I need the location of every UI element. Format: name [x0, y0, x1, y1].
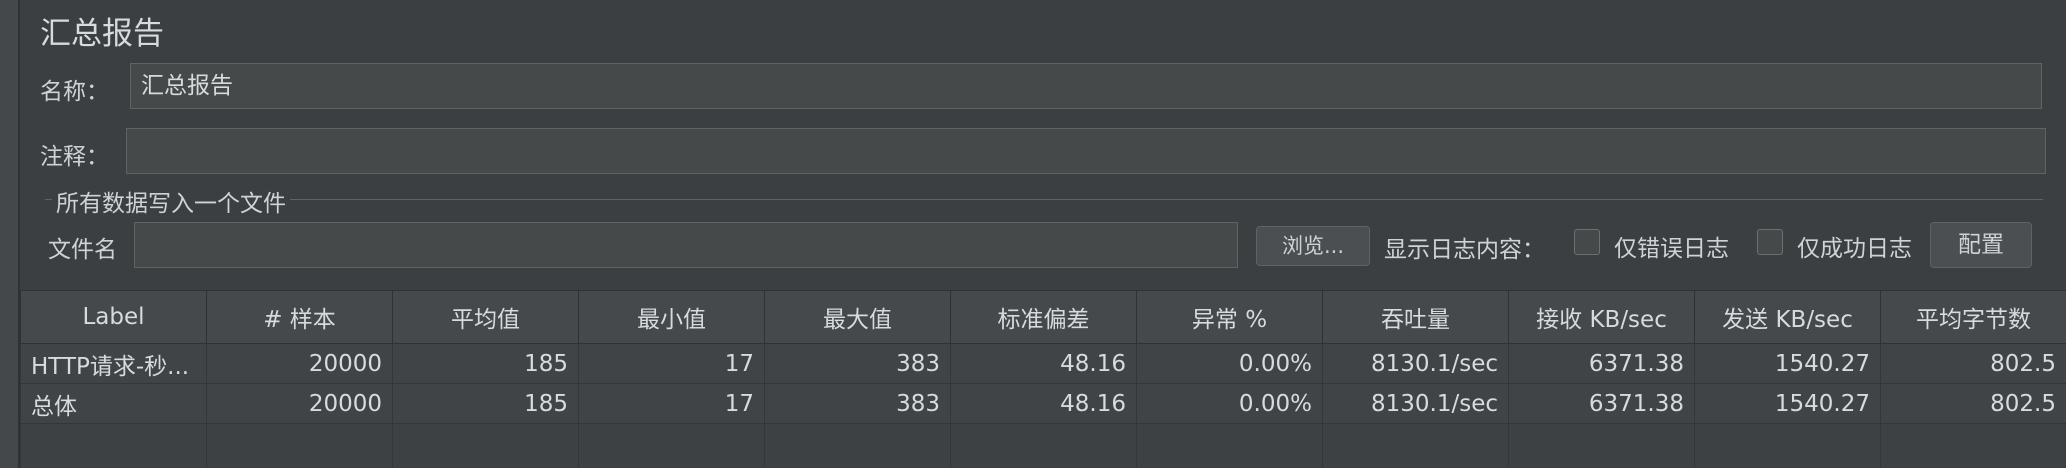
table-cell: 8130.1/sec	[1322, 343, 1509, 384]
success-only-checkbox[interactable]	[1757, 229, 1783, 255]
success-only-label: 仅成功日志	[1797, 236, 1912, 262]
comment-label: 注释：	[40, 144, 109, 170]
summary-table: Label # 样本 平均值 最小值 最大值 标准偏差 异常 % 吞吐量 接收 …	[20, 290, 2066, 468]
column-header[interactable]: 接收 KB/sec	[1508, 290, 1695, 344]
column-header[interactable]: 平均值	[392, 290, 579, 344]
column-header[interactable]: 最小值	[578, 290, 765, 344]
table-cell: 6371.38	[1508, 383, 1695, 424]
page-title: 汇总报告	[40, 16, 164, 52]
browse-button[interactable]: 浏览...	[1256, 226, 1370, 266]
file-group-divider	[45, 199, 2043, 200]
filename-field[interactable]	[134, 222, 1238, 268]
table-empty-row	[20, 423, 2066, 468]
table-cell: 802.5	[1880, 383, 2066, 424]
left-panel-edge	[0, 0, 20, 468]
table-cell: 383	[764, 383, 951, 424]
table-row[interactable]: HTTP请求-秒... 20000 185 17 383 48.16 0.00%…	[20, 343, 2066, 384]
table-cell: 20000	[206, 383, 393, 424]
column-header[interactable]: 发送 KB/sec	[1694, 290, 1881, 344]
table-cell: 0.00%	[1136, 383, 1323, 424]
table-cell: 0.00%	[1136, 343, 1323, 384]
column-header[interactable]: 平均字节数	[1880, 290, 2066, 344]
table-cell: 6371.38	[1508, 343, 1695, 384]
table-cell: 185	[392, 343, 579, 384]
comment-field[interactable]	[126, 128, 2046, 174]
table-cell: HTTP请求-秒...	[20, 343, 207, 384]
table-cell: 802.5	[1880, 343, 2066, 384]
table-row[interactable]: 总体 20000 185 17 383 48.16 0.00% 8130.1/s…	[20, 383, 2066, 424]
table-cell: 1540.27	[1694, 383, 1881, 424]
config-button[interactable]: 配置	[1930, 222, 2032, 268]
name-label: 名称：	[40, 79, 109, 105]
table-cell: 48.16	[950, 383, 1137, 424]
column-header[interactable]: 标准偏差	[950, 290, 1137, 344]
table-header-row: Label # 样本 平均值 最小值 最大值 标准偏差 异常 % 吞吐量 接收 …	[20, 290, 2066, 344]
table-cell: 48.16	[950, 343, 1137, 384]
file-group-title: 所有数据写入一个文件	[52, 184, 290, 218]
log-content-label: 显示日志内容：	[1384, 237, 1545, 263]
filename-label: 文件名	[48, 237, 117, 263]
column-header[interactable]: # 样本	[206, 290, 393, 344]
errors-only-label: 仅错误日志	[1614, 236, 1729, 262]
name-field[interactable]: 汇总报告	[130, 63, 2042, 109]
table-cell: 17	[578, 343, 765, 384]
table-cell: 8130.1/sec	[1322, 383, 1509, 424]
table-cell: 总体	[20, 383, 207, 424]
column-header[interactable]: Label	[20, 290, 207, 344]
table-cell: 1540.27	[1694, 343, 1881, 384]
table-cell: 20000	[206, 343, 393, 384]
column-header[interactable]: 异常 %	[1136, 290, 1323, 344]
column-header[interactable]: 最大值	[764, 290, 951, 344]
errors-only-checkbox[interactable]	[1574, 229, 1600, 255]
table-cell: 383	[764, 343, 951, 384]
column-header[interactable]: 吞吐量	[1322, 290, 1509, 344]
table-cell: 17	[578, 383, 765, 424]
table-cell: 185	[392, 383, 579, 424]
